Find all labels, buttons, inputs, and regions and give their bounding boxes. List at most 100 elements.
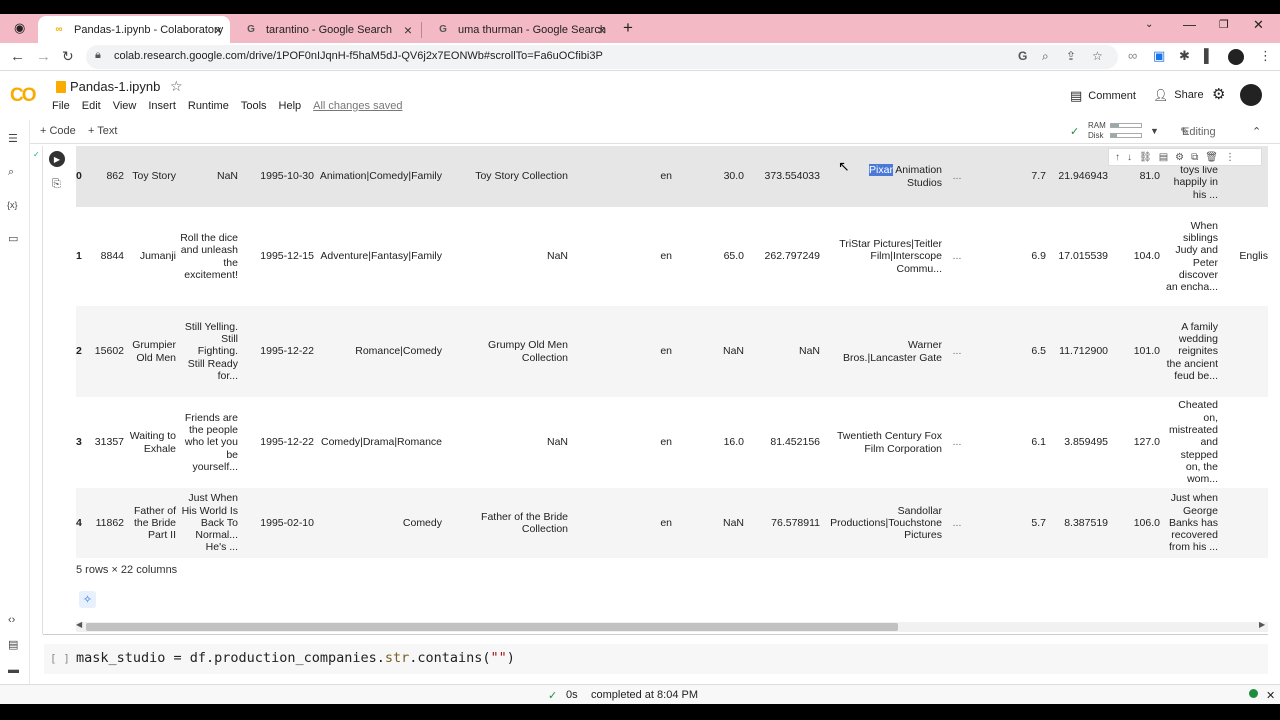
ram-usage-bar <box>1110 123 1142 128</box>
table-of-contents-icon[interactable]: ☰ <box>8 132 18 145</box>
close-tab-icon[interactable]: × <box>598 22 606 38</box>
cell-text: NaN <box>546 436 568 449</box>
table-cell-tagline: Roll the dice and unleash the excitement… <box>180 207 238 306</box>
cell-text: Animation Studios <box>892 164 942 189</box>
ram-disk-indicator[interactable]: RAM Disk <box>1072 121 1106 141</box>
tab-tarantino[interactable]: G tarantino - Google Search × <box>230 16 420 43</box>
share-button[interactable]: 👤︎ Share <box>1153 88 1204 102</box>
forward-icon[interactable]: → <box>36 48 51 65</box>
cell-text: 2 <box>76 345 82 358</box>
notebook-title[interactable]: Pandas-1.ipynb <box>70 79 160 94</box>
cell-text: 65.0 <box>723 250 744 263</box>
table-cell-vote: 6.1 <box>1016 397 1046 488</box>
run-cell-button[interactable]: ▶ <box>49 151 65 167</box>
table-cell-idx: 0 <box>76 146 90 207</box>
more-options-icon[interactable]: ⋮ <box>1225 152 1235 163</box>
tab-colab[interactable]: ∞ Pandas-1.ipynb - Colaboratory × <box>38 16 230 43</box>
table-cell-vote: 6.5 <box>1016 306 1046 397</box>
table-cell-genres: Animation|Comedy|Family <box>320 146 442 207</box>
save-status[interactable]: All changes saved <box>313 100 402 112</box>
variables-icon[interactable]: {x} <box>7 200 18 210</box>
chrome-profile-icon[interactable]: ◉ <box>14 20 25 36</box>
close-tab-icon[interactable]: × <box>214 22 222 38</box>
menu-help[interactable]: Help <box>279 100 302 112</box>
share-page-icon[interactable]: ⇪ <box>1066 49 1076 63</box>
tab-search-icon[interactable]: ⌄ <box>1145 19 1153 30</box>
cell-text: Jumanji <box>139 250 176 263</box>
search-icon[interactable]: ⌕ <box>8 166 14 179</box>
settings-gear-icon[interactable]: ⚙ <box>1212 85 1225 103</box>
files-folder-icon[interactable]: ▭ <box>8 232 18 245</box>
menu-runtime[interactable]: Runtime <box>188 100 229 112</box>
cell-text: 127.0 <box>1133 436 1160 449</box>
completion-status[interactable]: completed at 8:04 PM <box>591 689 698 701</box>
cell-text: 862 <box>106 170 124 183</box>
cell-text: Friends are the people who let you be yo… <box>184 411 238 473</box>
extension-icon[interactable]: ▣ <box>1153 48 1165 64</box>
comment-button[interactable]: ▤ Comment <box>1070 88 1136 104</box>
menu-edit[interactable]: Edit <box>82 100 101 112</box>
cell-text: 0 <box>76 170 82 183</box>
scroll-left-icon[interactable]: ◀ <box>76 620 82 629</box>
close-tab-icon[interactable]: × <box>404 22 412 38</box>
side-panel-icon[interactable]: ▌ <box>1204 48 1213 63</box>
puzzle-extensions-icon[interactable]: ✱ <box>1179 48 1190 64</box>
scroll-right-icon[interactable]: ▶ <box>1259 620 1265 629</box>
menu-tools[interactable]: Tools <box>241 100 267 112</box>
back-icon[interactable]: ← <box>10 48 25 65</box>
code-editor[interactable]: mask_studio = df.production_companies.st… <box>76 650 515 666</box>
add-code-button[interactable]: + Code <box>40 125 76 137</box>
new-tab-button[interactable]: + <box>623 18 633 38</box>
cell-text: 11862 <box>95 516 124 529</box>
cell-text: Just When His World Is Back To Normal...… <box>181 492 238 554</box>
tab-uma-thurman[interactable]: G uma thurman - Google Search × <box>422 16 614 43</box>
horizontal-scrollbar[interactable] <box>76 622 1268 632</box>
code-snippets-icon[interactable]: ‹› <box>8 614 15 626</box>
minimize-icon[interactable]: — <box>1183 17 1196 32</box>
table-row: 4 11862 Father of the Bride Part II Just Wh… <box>76 488 1268 558</box>
magic-wand-icon[interactable]: ✧ <box>79 591 96 608</box>
menu-insert[interactable]: Insert <box>148 100 176 112</box>
mirror-cell-icon[interactable]: ⧉ <box>1191 152 1198 163</box>
address-bar[interactable]: 🔒︎ colab.research.google.com/drive/1POF0… <box>86 45 1118 69</box>
close-status-icon[interactable]: ✕ <box>1266 689 1275 702</box>
table-cell-revenue: 373.554033 <box>756 146 820 207</box>
table-cell-company: TriStar Pictures|Teitler Film|Interscope… <box>832 207 942 306</box>
table-cell-budget: NaN <box>706 306 744 397</box>
bookmark-star-icon[interactable]: ☆ <box>1092 49 1103 63</box>
delete-cell-icon[interactable]: 🗑︎ <box>1205 152 1218 163</box>
reload-icon[interactable]: ↻ <box>62 48 74 65</box>
cell-text: ... <box>952 170 962 183</box>
colab-logo[interactable]: CO <box>10 85 36 107</box>
disk-usage-fill <box>1111 134 1117 137</box>
editing-mode-label[interactable]: Editing <box>1182 126 1216 138</box>
menu-file[interactable]: File <box>52 100 70 112</box>
collapse-header-icon[interactable]: ⌃ <box>1252 125 1261 138</box>
table-cell-tagline: NaN <box>180 146 238 207</box>
star-icon[interactable]: ☆ <box>170 78 183 95</box>
user-avatar[interactable] <box>1240 84 1262 106</box>
terminal-icon[interactable]: ▬ <box>8 664 19 676</box>
add-text-button[interactable]: + Text <box>88 125 117 137</box>
cell-text: 373.554033 <box>764 170 820 183</box>
close-window-icon[interactable]: ✕ <box>1253 17 1264 33</box>
move-cell-up-icon[interactable]: ↑ <box>1115 152 1120 163</box>
maximize-icon[interactable]: ❐ <box>1219 18 1229 31</box>
cell-settings-gear-icon[interactable]: ⚙ <box>1175 152 1184 163</box>
menu-view[interactable]: View <box>113 100 137 112</box>
scrollbar-thumb[interactable] <box>86 623 898 631</box>
output-actions-icon[interactable]: ⎘ <box>52 178 61 191</box>
google-lens-icon[interactable]: G <box>1018 49 1027 63</box>
profile-avatar[interactable] <box>1228 49 1244 65</box>
code-cell[interactable]: [ ] mask_studio = df.production_companie… <box>44 644 1268 674</box>
move-cell-down-icon[interactable]: ↓ <box>1127 152 1132 163</box>
zoom-icon[interactable]: ⌕ <box>1042 49 1049 64</box>
table-cell-id: 862 <box>100 146 124 207</box>
link-cell-icon[interactable]: ⛓ <box>1139 152 1152 163</box>
command-palette-icon[interactable]: ▤ <box>8 638 18 651</box>
table-cell-id: 11862 <box>96 488 124 558</box>
resources-dropdown-icon[interactable]: ▼ <box>1150 126 1159 136</box>
extension-icon[interactable]: ∞ <box>1128 48 1137 63</box>
chrome-menu-icon[interactable]: ⋮ <box>1259 48 1272 64</box>
add-comment-icon[interactable]: ▤ <box>1159 152 1168 163</box>
